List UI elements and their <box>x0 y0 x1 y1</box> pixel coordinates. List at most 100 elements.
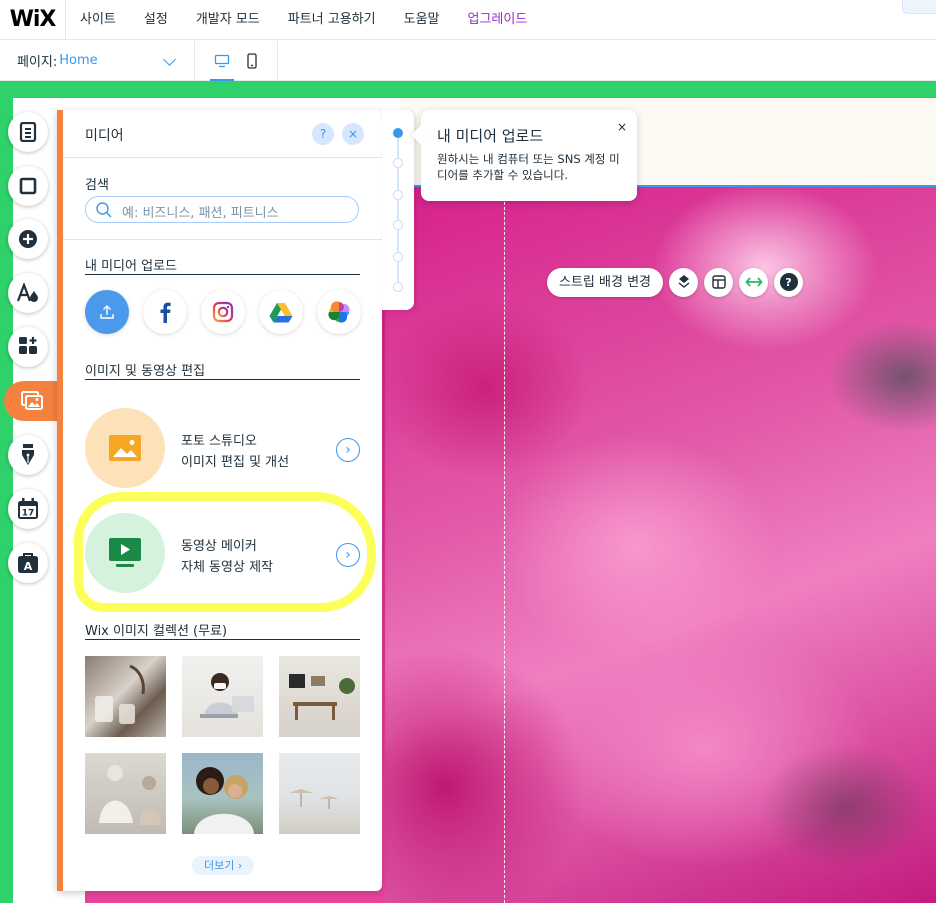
sidebar-theme-button[interactable] <box>8 273 48 313</box>
section-rule <box>85 274 360 275</box>
section-rule <box>85 639 360 640</box>
panel-accent-bar <box>57 110 63 891</box>
menu-dev-mode[interactable]: 개발자 모드 <box>182 0 274 40</box>
tooltip-close-button[interactable]: × <box>617 120 627 134</box>
stretch-button[interactable] <box>739 267 768 297</box>
rail-step-dot[interactable] <box>393 282 403 292</box>
collection-image[interactable] <box>85 753 166 834</box>
menu-help[interactable]: 도움말 <box>390 0 454 40</box>
media-images-icon <box>21 391 43 410</box>
sidebar-background-button[interactable] <box>8 166 48 206</box>
media-search-input[interactable]: 예: 비즈니스, 패션, 피트니스 <box>85 196 359 223</box>
google-photos-icon <box>328 301 350 323</box>
page-value: Home <box>59 53 98 68</box>
change-strip-background-button[interactable]: 스트립 배경 변경 <box>547 267 663 297</box>
more-images-button[interactable]: 더보기 › <box>192 856 255 875</box>
rail-step-dot[interactable] <box>393 128 403 138</box>
calendar-17-icon: 17 <box>18 498 38 519</box>
upload-google-photos-button[interactable] <box>317 290 361 334</box>
strip-help-button[interactable]: ? <box>774 267 803 297</box>
rail-step-dot[interactable] <box>393 190 403 200</box>
page-label: 페이지: <box>17 55 58 70</box>
panel-title: 미디어 <box>85 128 124 144</box>
top-bar: WiX 사이트 설정 개발자 모드 파트너 고용하기 도움말 업그레이드 <box>0 0 936 40</box>
collection-image[interactable] <box>85 656 166 737</box>
upload-from-computer-button[interactable] <box>85 290 129 334</box>
search-placeholder: 예: 비즈니스, 패션, 피트니스 <box>122 206 279 221</box>
woman-laptop-image <box>200 673 254 718</box>
rail-step-dot[interactable] <box>393 220 403 230</box>
device-switcher <box>195 40 278 82</box>
tutorial-step-rail <box>382 110 414 310</box>
coffee-pour-image <box>95 664 145 724</box>
collection-image[interactable] <box>279 656 360 737</box>
instagram-icon <box>212 301 234 323</box>
menu-settings[interactable]: 설정 <box>130 0 182 40</box>
tooltip-body: 원하시는 내 컴퓨터 또는 SNS 계정 미디어를 추가할 수 있습니다. <box>437 152 620 182</box>
menu-upgrade[interactable]: 업그레이드 <box>454 0 542 40</box>
desktop-view-button[interactable] <box>207 41 237 82</box>
upload-facebook-button[interactable] <box>143 290 187 334</box>
photo-studio-item[interactable]: 포토 스튜디오 이미지 편집 및 개선 › <box>85 408 360 492</box>
collection-image[interactable] <box>279 753 360 834</box>
pages-icon <box>19 122 37 142</box>
facebook-icon <box>160 302 171 323</box>
wix-logo[interactable]: WiX <box>0 0 66 40</box>
sidebar-apps-button[interactable] <box>8 327 48 367</box>
sidebar-media-button[interactable] <box>4 381 60 421</box>
yoga-women-image <box>99 765 161 825</box>
rail-step-dot[interactable] <box>393 158 403 168</box>
panel-help-button[interactable]: ? <box>312 123 334 145</box>
upload-instagram-button[interactable] <box>201 290 245 334</box>
photo-studio-arrow-button[interactable]: › <box>336 438 360 462</box>
upload-icon <box>100 305 114 319</box>
photo-studio-badge <box>85 408 165 488</box>
top-right-tab[interactable] <box>902 0 936 14</box>
panel-divider <box>63 239 382 240</box>
chevron-right-icon: › <box>345 442 351 458</box>
layout-button[interactable] <box>704 267 733 297</box>
layout-icon <box>711 275 726 289</box>
background-square-icon <box>19 177 37 195</box>
sidebar-blog-button[interactable] <box>8 435 48 475</box>
theme-font-drop-icon <box>16 283 38 302</box>
search-label: 검색 <box>85 178 109 193</box>
stretch-arrows-icon <box>744 277 763 287</box>
menu-site[interactable]: 사이트 <box>66 0 130 40</box>
upload-section-title: 내 미디어 업로드 <box>85 259 177 274</box>
search-icon <box>96 202 112 218</box>
upload-tooltip: 내 미디어 업로드 원하시는 내 컴퓨터 또는 SNS 계정 미디어를 추가할 … <box>421 110 637 201</box>
pen-nib-icon <box>22 444 34 465</box>
strip-toolbar: 스트립 배경 변경 ? <box>547 267 803 297</box>
collection-image[interactable] <box>182 656 263 737</box>
mobile-view-button[interactable] <box>237 41 267 81</box>
sidebar-bookings-button[interactable]: 17 <box>8 489 48 529</box>
chevron-down-icon <box>163 52 176 66</box>
briefcase-a-icon: A <box>18 553 38 573</box>
image-icon <box>109 435 141 461</box>
svg-text:A: A <box>24 560 33 573</box>
plus-circle-icon <box>19 230 37 248</box>
photo-studio-subtitle: 이미지 편집 및 개선 <box>181 455 290 470</box>
living-room-image <box>289 674 355 720</box>
upload-google-drive-button[interactable] <box>259 290 303 334</box>
rail-line <box>397 132 399 288</box>
collection-image[interactable] <box>182 753 263 834</box>
menu-hire-partner[interactable]: 파트너 고용하기 <box>274 0 390 40</box>
sidebar-portfolio-button[interactable]: A <box>8 543 48 583</box>
gridline-guide <box>504 187 505 903</box>
section-rule <box>85 379 360 380</box>
photo-studio-title: 포토 스튜디오 <box>181 434 257 449</box>
collection-section-title: Wix 이미지 컬렉션 (무료) <box>85 624 228 639</box>
rail-step-dot[interactable] <box>393 252 403 262</box>
panel-close-button[interactable]: × <box>342 123 364 145</box>
desktop-icon <box>214 54 230 67</box>
beach-umbrellas-image <box>289 789 339 809</box>
page-selector[interactable]: 페이지: Home <box>0 40 195 81</box>
google-drive-icon <box>269 302 293 322</box>
sidebar-add-button[interactable] <box>8 219 48 259</box>
sidebar-menus-pages-button[interactable] <box>8 112 48 152</box>
arrange-icon <box>678 275 689 288</box>
panel-header: 미디어 ? × <box>63 110 382 158</box>
arrange-button[interactable] <box>669 267 698 297</box>
